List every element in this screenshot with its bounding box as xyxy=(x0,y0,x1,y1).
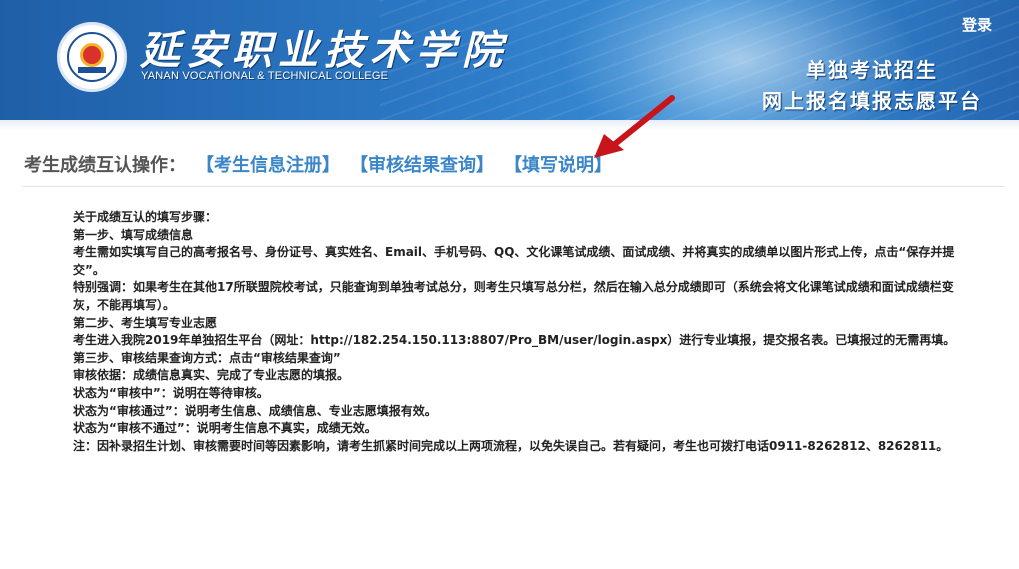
platform-title-line2: 网上报名填报志愿平台 xyxy=(762,89,982,113)
header-banner: 延安职业技术学院 YANAN VOCATIONAL & TECHNICAL CO… xyxy=(0,0,1019,120)
register-link[interactable]: 【考生信息注册】 xyxy=(196,151,340,177)
instruction-line: 状态为“审核通过”：说明考生信息、成绩信息、专业志愿填报有效。 xyxy=(73,403,437,418)
school-logo-icon xyxy=(57,22,127,92)
instruction-line: 注：因补录招生计划、审核需要时间等因素影响，请考生抓紧时间完成以上两项流程，以免… xyxy=(73,438,949,453)
instruction-line: 审核依据：成绩信息真实、完成了专业志愿的填报。 xyxy=(73,368,350,383)
instruction-line: 考生需如实填写自己的高考报名号、身份证号、真实姓名、Email、手机号码、QQ、… xyxy=(73,245,955,277)
instruction-line: 特别强调：如果考生在其他17所联盟院校考试，只能查询到单独考试总分，则考生只填写… xyxy=(73,280,954,312)
ops-label: 考生成绩互认操作： xyxy=(24,155,186,176)
logo-base xyxy=(78,67,106,73)
instructions-body: 关于成绩互认的填写步骤： 第一步、填写成绩信息 考生需如实填写自己的高考报名号、… xyxy=(73,209,973,455)
instruction-line: 第一步、填写成绩信息 xyxy=(73,227,194,242)
login-link[interactable]: 登录 xyxy=(962,14,992,35)
school-name-cn: 延安职业技术学院 xyxy=(140,27,508,74)
banner-bottom-shade xyxy=(0,120,1019,130)
platform-title-line1: 单独考试招生 xyxy=(806,58,938,82)
instruction-line: 状态为“审核不通过”：说明考生信息不真实，成绩无效。 xyxy=(73,421,377,436)
instruction-line: 状态为“审核中”：说明在等待审核。 xyxy=(73,385,269,400)
instruction-line: 第二步、考生填写专业志愿 xyxy=(73,315,218,330)
ops-row: 考生成绩互认操作： 【考生信息注册】 【审核结果查询】 【填写说明】 xyxy=(24,150,622,178)
red-arrow-icon xyxy=(594,95,675,158)
instruction-line: 关于成绩互认的填写步骤： xyxy=(73,210,218,224)
logo-core xyxy=(80,43,104,67)
instruction-line: 第三步、审核结果查询方式：点击“审核结果查询” xyxy=(73,350,341,365)
instruction-line: 考生进入我院2019年单独招生平台（网址：http://182.254.150.… xyxy=(73,333,956,348)
school-name-en: YANAN VOCATIONAL & TECHNICAL COLLEGE xyxy=(141,70,389,82)
review-result-link[interactable]: 【审核结果查询】 xyxy=(350,151,494,177)
section-divider xyxy=(22,186,1004,187)
